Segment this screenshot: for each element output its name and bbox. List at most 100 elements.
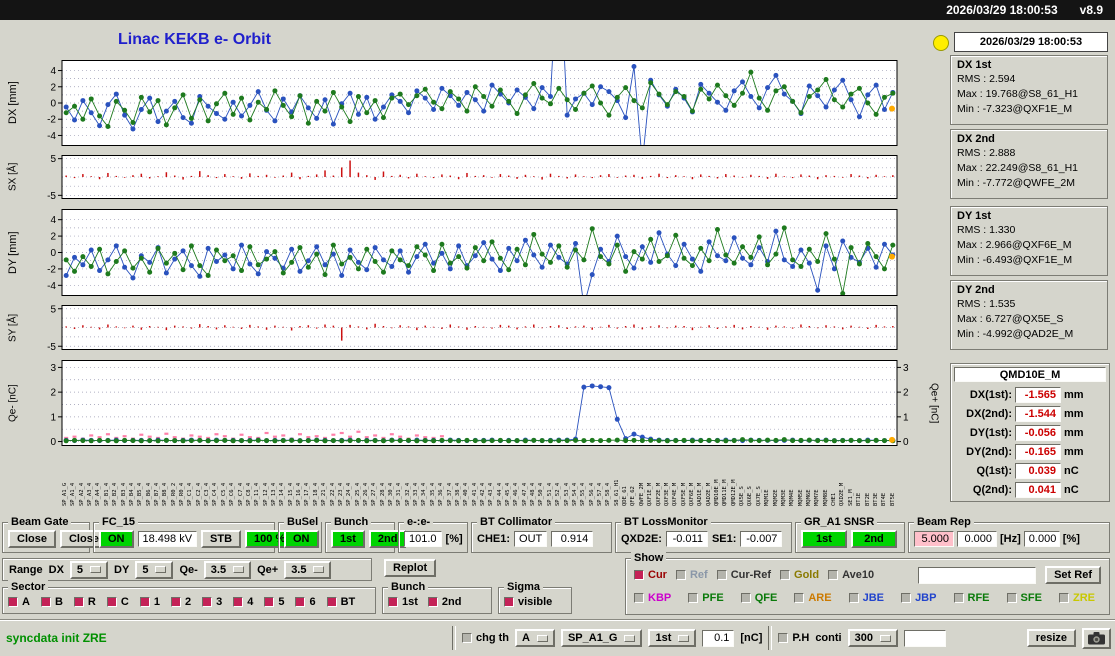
checkbox-box <box>139 596 150 607</box>
gr-1st-button[interactable]: 1st <box>801 529 847 548</box>
station-label: QAD1E_M <box>697 482 704 506</box>
station-label: SP_33_4 <box>413 482 420 506</box>
sector-checkbox-c[interactable]: C <box>106 596 129 608</box>
range-dx-select[interactable]: 5 <box>69 560 109 579</box>
misc-input[interactable] <box>903 629 946 647</box>
show-ref-checkbox[interactable]: Ref <box>675 569 708 581</box>
busel-on-button[interactable]: ON <box>284 529 319 548</box>
sector-checkbox-3[interactable]: 3 <box>202 596 222 608</box>
gr-2nd-button[interactable]: 2nd <box>851 529 897 548</box>
bunch-1st-button[interactable]: 1st <box>331 529 365 548</box>
show-cur-ref-checkbox[interactable]: Cur-Ref <box>716 569 771 581</box>
sector-checkbox-bt[interactable]: BT <box>326 596 355 608</box>
interval-select[interactable]: 300 <box>847 629 898 647</box>
sector-checkbox-r[interactable]: R <box>73 596 96 608</box>
station-label: QXF1E_M <box>647 482 654 506</box>
range-dx-label: DX <box>48 563 64 576</box>
bunch-2nd-checkbox[interactable]: 2nd <box>427 596 461 608</box>
station-label: QMD11E_M <box>722 479 729 507</box>
show-ave10-checkbox[interactable]: Ave10 <box>828 569 874 581</box>
show-jbe-checkbox[interactable]: JBE <box>848 592 885 604</box>
show-qfe-label: QFE <box>754 592 778 604</box>
range-dy-select[interactable]: 5 <box>135 560 174 579</box>
sector-checkbox-6[interactable]: 6 <box>295 595 316 608</box>
ref-name-input[interactable] <box>918 566 1037 584</box>
station-label: QMD10E_M <box>714 479 721 507</box>
set-ref-button[interactable]: Set Ref <box>1045 566 1101 584</box>
station-label: QXF3E_M <box>663 482 670 506</box>
range-dx-value: 5 <box>76 563 84 576</box>
monitor-row-unit: nC <box>1064 483 1079 496</box>
stats-group-dy-2nd: DY 2nd RMS : 1.535 Max : 6.727@QX5E_S Mi… <box>950 280 1108 350</box>
checkbox-box <box>634 593 644 603</box>
station-label: SP_27_4 <box>371 482 378 506</box>
conti-label: conti <box>815 632 842 644</box>
se1-label: SE1: <box>711 532 737 545</box>
sigma-group: Sigma visible <box>498 580 572 614</box>
show-kbp-checkbox[interactable]: KBP <box>634 592 671 604</box>
resize-button[interactable]: resize <box>1026 629 1076 647</box>
beam-gate-close-button-1[interactable]: Close <box>8 529 56 548</box>
show-jbp-checkbox[interactable]: JBP <box>901 592 936 604</box>
chg-th-checkbox[interactable]: chg th <box>462 632 509 644</box>
monitor-row-unit: mm <box>1064 407 1084 420</box>
stats-max: Max : 22.249@S8_61_H1 <box>957 162 1078 174</box>
svg-text:2: 2 <box>903 388 909 399</box>
ph-checkbox[interactable]: P.H <box>778 632 809 644</box>
stats-title: DY 1st <box>957 210 992 222</box>
stats-rms: RMS : 2.594 <box>957 73 1016 85</box>
show-sfe-checkbox[interactable]: SFE <box>1006 592 1042 604</box>
replot-button[interactable]: Replot <box>384 559 437 577</box>
sector-label: 6 <box>309 595 316 608</box>
fc15-stb-button[interactable]: STB <box>201 529 242 548</box>
show-are-checkbox[interactable]: ARE <box>794 592 832 604</box>
busel-title: BuSel <box>284 515 322 529</box>
show-pfe-checkbox[interactable]: PFE <box>688 592 724 604</box>
sector-select[interactable]: A <box>515 629 555 647</box>
svg-text:0: 0 <box>50 437 56 446</box>
qe-axis-label: Qe- [nC] <box>7 384 19 422</box>
svg-text:1: 1 <box>50 412 56 423</box>
station-label: SP_B4_4 <box>128 482 135 506</box>
show-rfe-checkbox[interactable]: RFE <box>953 592 990 604</box>
ee-ratio-value: 101.0 <box>404 530 442 547</box>
gr-a1-snsr-group: GR_A1 SNSR 1st 2nd <box>795 515 905 553</box>
show-qfe-checkbox[interactable]: QFE <box>740 592 778 604</box>
bunch-1st-checkbox[interactable]: 1st <box>388 596 418 608</box>
range-qe-plus-select[interactable]: 3.5 <box>284 560 332 579</box>
show-zre-checkbox[interactable]: ZRE <box>1058 592 1095 604</box>
station-label: MQM5E <box>797 489 804 506</box>
beam-gate-group: Beam Gate Close Close <box>2 515 108 553</box>
checkbox-box <box>794 593 805 603</box>
station-label: SP_C3_4 <box>204 482 211 506</box>
show-jbe-label: JBE <box>862 592 885 604</box>
station-label: QDE_61 <box>622 486 629 506</box>
sector-checkbox-1[interactable]: 1 <box>139 595 160 608</box>
screenshot-button[interactable] <box>1082 627 1111 649</box>
sector-checkbox-a[interactable]: A <box>8 596 30 608</box>
station-label: SP_A1_G <box>62 482 68 506</box>
sector-label: 2 <box>184 595 192 608</box>
sector-checkbox-5[interactable]: 5 <box>264 596 284 608</box>
bunch-select[interactable]: 1st <box>648 629 697 647</box>
station-label: SP_R0_2 <box>170 482 177 506</box>
chg-th-label: chg th <box>476 632 509 644</box>
threshold-input[interactable] <box>702 629 735 647</box>
sigma-visible-checkbox[interactable]: visible <box>504 596 552 608</box>
show-gold-checkbox[interactable]: Gold <box>780 569 819 581</box>
range-qe-minus-select[interactable]: 3.5 <box>203 560 252 579</box>
beam-rep-title: Beam Rep <box>914 515 974 529</box>
show-cur-checkbox[interactable]: Cur <box>634 569 667 581</box>
station-select[interactable]: SP_A1_G <box>560 629 643 647</box>
status-lamp-icon <box>933 35 949 51</box>
sector-checkbox-4[interactable]: 4 <box>233 596 253 608</box>
bunch-filter-title: Bunch <box>388 580 429 594</box>
sector-label: 1 <box>153 595 160 608</box>
checkbox-box <box>675 570 686 580</box>
fc15-group: FC_15 ON 18.498 kV STB 100 % <box>93 515 295 553</box>
sector-checkbox-2[interactable]: 2 <box>170 595 192 608</box>
fc15-on-button[interactable]: ON <box>99 529 134 548</box>
sector-checkbox-b[interactable]: B <box>40 596 63 608</box>
station-label: SP_14_4 <box>279 482 286 506</box>
titlebar-datetime: 2026/03/29 18:00:53 <box>946 3 1058 17</box>
